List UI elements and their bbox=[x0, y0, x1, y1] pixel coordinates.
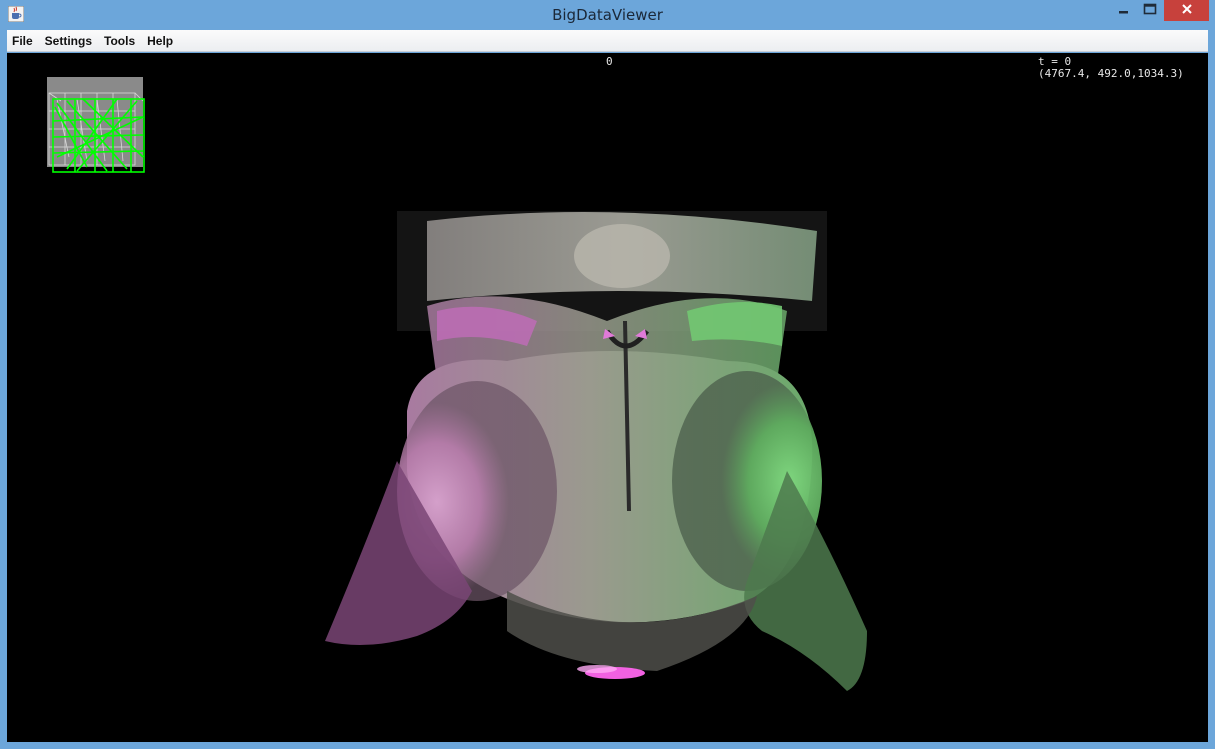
menu-file[interactable]: File bbox=[7, 30, 39, 52]
menu-tools[interactable]: Tools bbox=[98, 30, 141, 52]
navigation-box-overlay bbox=[47, 77, 145, 173]
image-viewer-canvas[interactable]: 0 t = 0 (4767.4, 492.0,1034.3) bbox=[7, 53, 1208, 742]
close-button[interactable] bbox=[1164, 0, 1209, 21]
menu-help[interactable]: Help bbox=[141, 30, 179, 52]
slice-label: 0 bbox=[606, 55, 613, 68]
title-bar[interactable]: BigDataViewer bbox=[0, 0, 1215, 30]
close-icon bbox=[1181, 2, 1193, 20]
maximize-button[interactable] bbox=[1137, 0, 1163, 21]
bigdataviewer-window: BigDataViewer File Settings Tools Help 0… bbox=[0, 0, 1215, 749]
mouse-coordinates: (4767.4, 492.0,1034.3) bbox=[1038, 67, 1184, 80]
menu-bar: File Settings Tools Help bbox=[7, 30, 1208, 52]
minimize-button[interactable] bbox=[1111, 0, 1137, 21]
brain-section-image bbox=[325, 211, 867, 691]
window-title: BigDataViewer bbox=[552, 6, 663, 24]
menu-settings[interactable]: Settings bbox=[39, 30, 98, 52]
maximize-icon bbox=[1143, 2, 1157, 20]
minimize-icon bbox=[1118, 2, 1130, 20]
